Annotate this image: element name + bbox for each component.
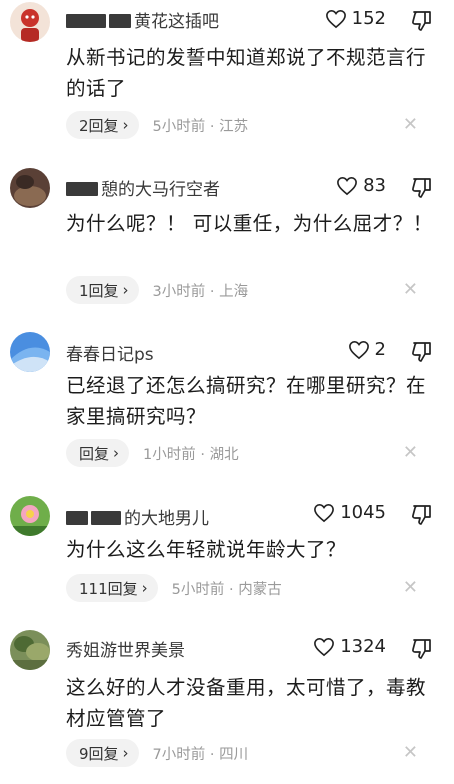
close-icon[interactable]: ✕ xyxy=(403,110,418,140)
reply-count: 回复 xyxy=(79,444,110,463)
like-count: 2 xyxy=(374,339,386,360)
chevron-right-icon: › xyxy=(141,579,148,597)
like-count: 152 xyxy=(351,8,386,29)
reply-count-button[interactable]: 1回复 › xyxy=(66,276,139,304)
comment-meta: 111回复 › 5小时前 · 内蒙古 ✕ xyxy=(66,573,436,603)
comment-text: 为什么这么年轻就说年龄大了？ xyxy=(66,538,347,561)
redaction-mask xyxy=(109,14,131,28)
chevron-right-icon: › xyxy=(122,744,129,762)
redaction-mask xyxy=(66,511,88,525)
comment-meta: 回复 › 1小时前 · 湖北 ✕ xyxy=(66,438,436,468)
close-icon[interactable]: ✕ xyxy=(403,573,418,603)
redaction-mask xyxy=(66,14,106,28)
like-button[interactable]: 1045 xyxy=(313,502,386,523)
time-location: 1小时前 · 湖北 xyxy=(143,446,239,463)
thumbs-down-icon xyxy=(412,505,431,525)
close-icon[interactable]: ✕ xyxy=(403,738,418,768)
time-location: 5小时前 · 内蒙古 xyxy=(171,581,282,598)
dislike-button[interactable] xyxy=(410,637,434,661)
dislike-button[interactable] xyxy=(410,176,434,200)
like-count: 1324 xyxy=(340,636,386,657)
comment-text: 已经退了还怎么搞研究？在哪里研究？在家里搞研究吗？ xyxy=(66,374,427,428)
like-count: 1045 xyxy=(340,502,386,523)
close-icon[interactable]: ✕ xyxy=(403,438,418,468)
reply-count: 9回复 xyxy=(79,744,119,763)
comment-meta: 1回复 › 3小时前 · 上海 ✕ xyxy=(66,275,436,305)
thumbs-down-icon xyxy=(412,11,431,31)
username[interactable]: 秀姐游世界美景 xyxy=(66,636,185,661)
chevron-right-icon: › xyxy=(122,281,129,299)
comment-meta: 2回复 › 5小时前 · 江苏 ✕ xyxy=(66,110,436,140)
chevron-right-icon: › xyxy=(122,116,129,134)
reply-count-button[interactable]: 回复 › xyxy=(66,439,130,467)
thumbs-down-icon xyxy=(412,342,431,362)
reply-count: 2回复 xyxy=(79,116,119,135)
reply-count-button[interactable]: 2回复 › xyxy=(66,111,139,139)
username-text: 憩的大马行空者 xyxy=(101,180,220,200)
time-location: 3小时前 · 上海 xyxy=(152,283,249,300)
thumbs-down-icon xyxy=(412,639,431,659)
username-text: 黄花这插吧 xyxy=(134,12,219,32)
heart-outline-icon xyxy=(314,503,335,522)
dislike-button[interactable] xyxy=(410,340,434,364)
reply-count: 1回复 xyxy=(79,281,119,300)
like-button[interactable]: 1324 xyxy=(313,636,386,657)
heart-outline-icon xyxy=(337,176,358,195)
redaction-mask xyxy=(91,511,121,525)
reply-count-button[interactable]: 111回复 › xyxy=(66,574,158,602)
thumbs-down-icon xyxy=(412,178,431,198)
dislike-button[interactable] xyxy=(410,9,434,33)
username[interactable]: 憩的大马行空者 xyxy=(66,175,220,200)
username[interactable]: 春春日记ps xyxy=(66,340,154,365)
comment-meta: 9回复 › 7小时前 · 四川 ✕ xyxy=(66,738,436,768)
like-button[interactable]: 2 xyxy=(348,339,386,360)
avatar[interactable] xyxy=(10,168,50,208)
time-location: 7小时前 · 四川 xyxy=(152,746,249,763)
avatar[interactable] xyxy=(10,332,50,372)
heart-outline-icon xyxy=(348,340,369,359)
avatar[interactable] xyxy=(10,630,50,670)
comment-text: 为什么呢？！ 可以重任，为什么屈才？！ xyxy=(66,212,433,235)
comment-text: 这么好的人才没备重用，太可惜了，毒教材应管管了 xyxy=(66,676,427,730)
comment-text: 从新书记的发誓中知道郑说了不规范言行的话了 xyxy=(66,46,427,100)
like-count: 83 xyxy=(363,175,386,196)
username[interactable]: 黄花这插吧 xyxy=(66,7,219,32)
username-text: 春春日记ps xyxy=(66,345,154,365)
avatar[interactable] xyxy=(10,2,50,42)
time-location: 5小时前 · 江苏 xyxy=(152,118,249,135)
dislike-button[interactable] xyxy=(410,503,434,527)
reply-count: 111回复 xyxy=(79,579,138,598)
like-button[interactable]: 152 xyxy=(325,8,386,29)
heart-outline-icon xyxy=(314,637,335,656)
username-text: 的大地男儿 xyxy=(124,509,209,529)
redaction-mask xyxy=(66,182,98,196)
username-text: 秀姐游世界美景 xyxy=(66,641,185,661)
avatar[interactable] xyxy=(10,496,50,536)
heart-outline-icon xyxy=(325,9,346,28)
chevron-right-icon: › xyxy=(113,444,120,462)
like-button[interactable]: 83 xyxy=(336,175,386,196)
username[interactable]: 的大地男儿 xyxy=(66,504,209,529)
close-icon[interactable]: ✕ xyxy=(403,275,418,305)
reply-count-button[interactable]: 9回复 › xyxy=(66,739,139,767)
